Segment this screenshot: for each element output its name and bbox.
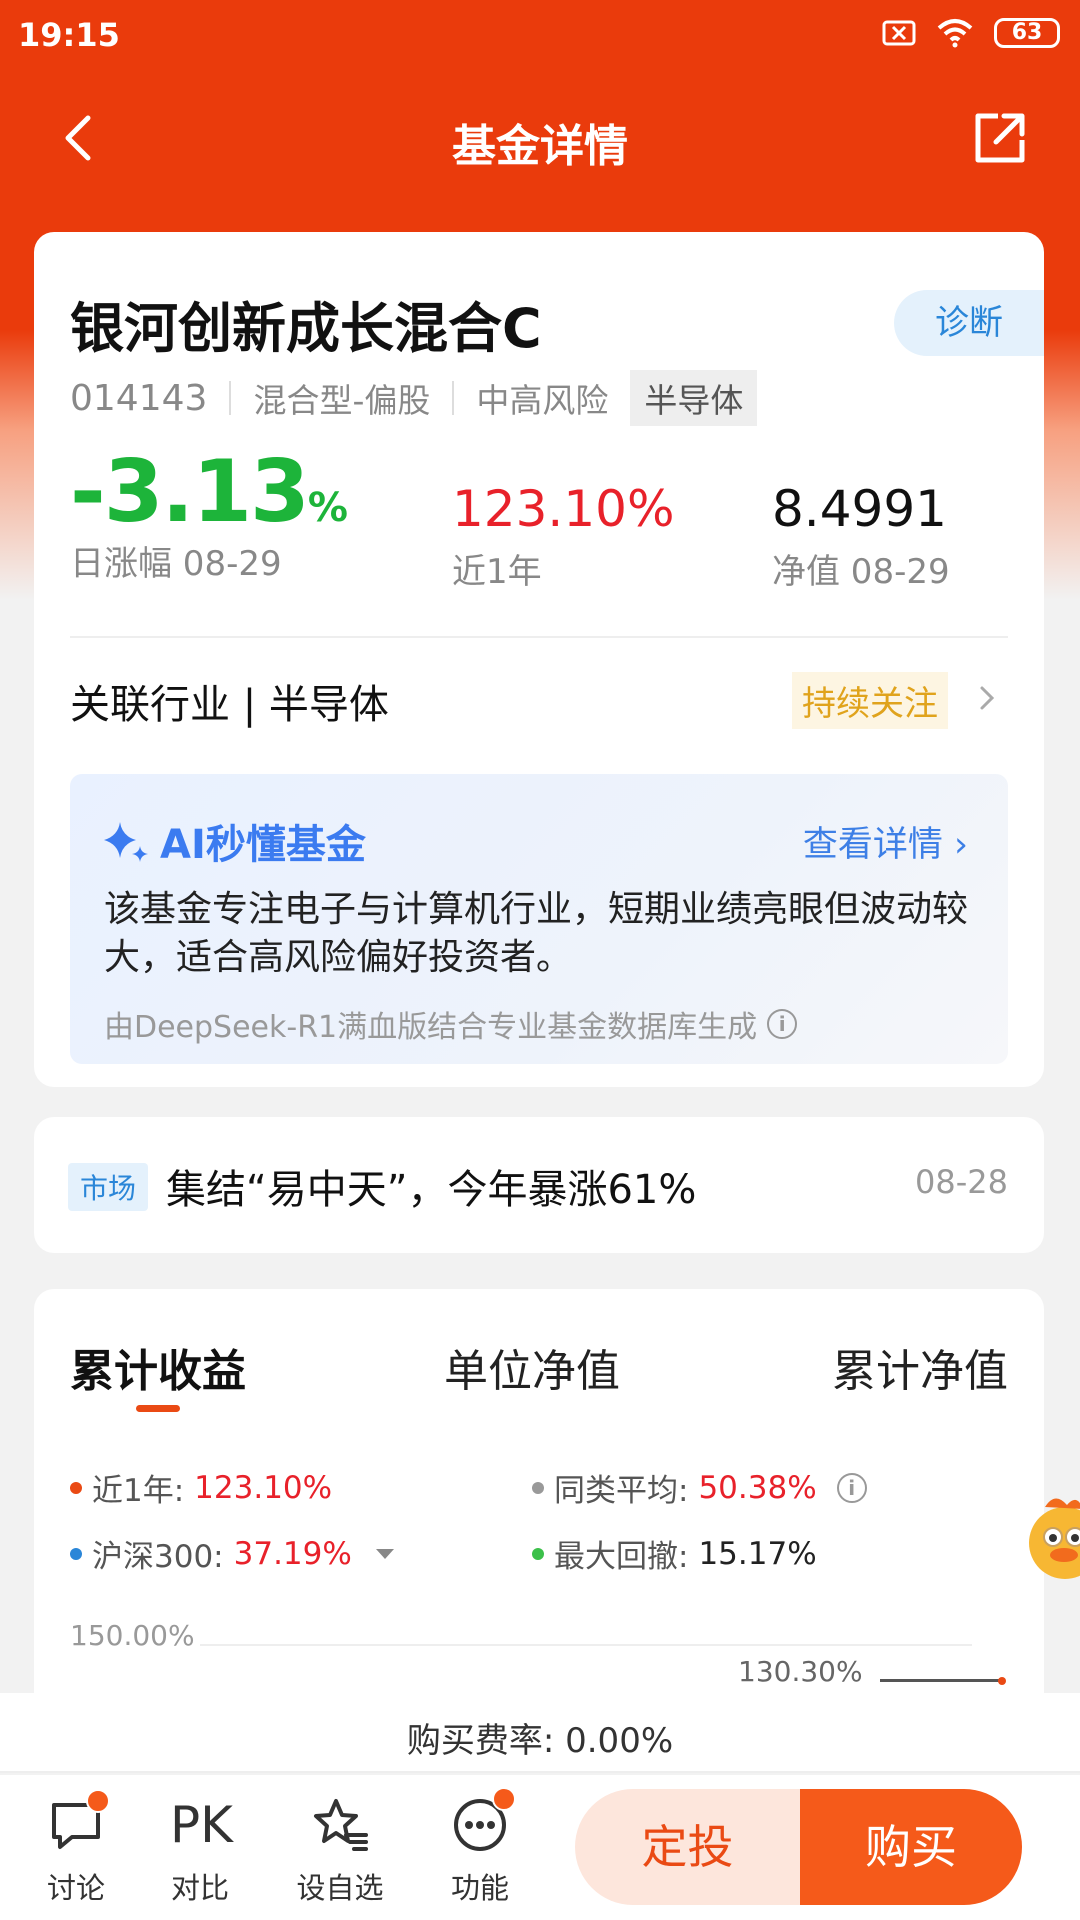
legend-label: 最大回撤: (554, 1539, 689, 1575)
chat-bubble-icon (46, 1789, 110, 1855)
legend-dot (532, 1547, 544, 1560)
fund-tags: 014143 混合型-偏股 中高风险 半导体 (70, 370, 758, 426)
star-list-icon (310, 1795, 370, 1855)
legend-item: 近1年: 123.10% (70, 1465, 332, 1510)
share-icon[interactable] (970, 108, 1030, 168)
bottom-action-bar: 讨论 PK 对比 设自选 功能 定投 购买 (0, 1775, 1080, 1920)
year-return-stat: 123.10% 近1年 (452, 480, 674, 593)
daily-change-unit: % (307, 485, 348, 531)
mascot-duck-icon[interactable] (1015, 1485, 1080, 1585)
ai-summary-text: 该基金专注电子与计算机行业，短期业绩亮眼但波动较大，适合高风险偏好投资者。 (104, 889, 969, 978)
tab-cumulative-nav[interactable]: 累计净值 (832, 1335, 1008, 1399)
sip-button[interactable]: 定投 (575, 1789, 800, 1905)
info-icon[interactable]: i (836, 1472, 867, 1503)
ai-source-text: 由DeepSeek-R1满血版结合专业基金数据库生成 (104, 1010, 758, 1045)
nav-value: 8.4991 (772, 480, 947, 538)
callout-line (880, 1679, 1002, 1682)
legend-value: 15.17% (698, 1535, 817, 1572)
ai-view-details-label: 查看详情 (802, 825, 943, 865)
wifi-icon (937, 19, 973, 48)
fund-card: 银河创新成长混合C 诊断 014143 混合型-偏股 中高风险 半导体 -3.1… (34, 232, 1044, 1087)
chart-callout: 130.30% (738, 1655, 863, 1688)
status-icons: 63 (882, 18, 1060, 48)
info-icon[interactable]: i (767, 1009, 798, 1039)
fund-type: 混合型-偏股 (253, 381, 431, 420)
ai-view-details-link[interactable]: 查看详情 › (803, 816, 968, 867)
daily-change-value: -3.13 (70, 442, 310, 542)
ai-title-text: AI秒懂基金 (160, 822, 366, 868)
status-time: 19:15 (18, 16, 120, 54)
notification-off-icon (882, 20, 916, 46)
grid-line (200, 1644, 972, 1646)
legend-dot (532, 1481, 544, 1494)
sparkle-icon (104, 822, 148, 862)
tab-unit-nav[interactable]: 单位净值 (444, 1335, 620, 1399)
legend-value: 37.19% (233, 1535, 352, 1572)
daily-change-stat: -3.13% 日涨幅 08-29 (70, 442, 348, 585)
tab-cumulative-return[interactable]: 累计收益 (70, 1335, 246, 1399)
battery-icon: 63 (994, 18, 1060, 48)
related-industry[interactable]: 关联行业 | 半导体 (70, 672, 389, 730)
nav-label: 讨论 (46, 1871, 105, 1905)
buy-button[interactable]: 购买 (800, 1789, 1022, 1905)
tag-separator (452, 381, 455, 415)
legend-item: 最大回撤: 15.17% (532, 1531, 817, 1576)
nav-functions[interactable]: 功能 (420, 1787, 540, 1907)
daily-change-label: 日涨幅 08-29 (70, 544, 282, 584)
pk-icon: PK (170, 1796, 233, 1854)
follow-badge[interactable]: 持续关注 (792, 672, 948, 729)
sector-chip[interactable]: 半导体 (630, 370, 758, 426)
nav-label: 对比 (170, 1871, 229, 1905)
legend-value: 50.38% (698, 1469, 817, 1506)
year-return-label: 近1年 (452, 552, 542, 592)
chart-legend: 近1年: 123.10% 同类平均: 50.38% i 沪深300: 37.19% 最… (70, 1465, 1008, 1595)
notification-badge (86, 1789, 110, 1813)
chart-tabs: 累计收益 单位净值 累计净值 (70, 1335, 1008, 1415)
more-dots-icon (450, 1787, 516, 1855)
diagnose-button[interactable]: 诊断 (894, 290, 1044, 356)
year-return-value: 123.10% (452, 480, 675, 538)
fee-bar: 购买费率: 0.00% (0, 1693, 1080, 1773)
nav-compare[interactable]: PK 对比 (140, 1795, 260, 1907)
y-axis-tick: 150.00% (70, 1619, 195, 1652)
news-title: 集结“易中天”，今年暴涨61% (166, 1167, 697, 1213)
purchase-fee: 购买费率: 0.00% (406, 1721, 674, 1761)
legend-dot (70, 1481, 82, 1494)
legend-label: 同类平均: (554, 1473, 689, 1509)
news-date: 08-28 (915, 1163, 1008, 1201)
nav-stat: 8.4991 净值 08-29 (772, 480, 950, 593)
nav-discuss[interactable]: 讨论 (16, 1789, 136, 1907)
news-card[interactable]: 市场 集结“易中天”，今年暴涨61% 08-28 (34, 1117, 1044, 1253)
chevron-right-icon[interactable] (972, 678, 1002, 718)
dropdown-caret-icon[interactable] (375, 1548, 394, 1559)
nav-add-watchlist[interactable]: 设自选 (280, 1795, 400, 1907)
page-title: 基金详情 (452, 121, 628, 172)
ai-source: 由DeepSeek-R1满血版结合专业基金数据库生成 i (104, 1002, 798, 1046)
legend-dot (70, 1547, 82, 1560)
callout-dot (998, 1677, 1006, 1685)
legend-item[interactable]: 沪深300: 37.19% (70, 1531, 394, 1576)
ai-summary-box[interactable]: AI秒懂基金 查看详情 › 该基金专注电子与计算机行业，短期业绩亮眼但波动较大，… (70, 774, 1008, 1064)
tag-separator (229, 381, 232, 415)
fund-risk: 中高风险 (476, 381, 609, 420)
divider (70, 636, 1008, 638)
active-tab-indicator (136, 1405, 180, 1412)
news-tag: 市场 (68, 1163, 149, 1211)
nav-label: 设自选 (296, 1871, 384, 1905)
legend-label: 沪深300: (92, 1539, 224, 1575)
status-bar: 19:15 63 (0, 0, 1080, 72)
title-bar: 基金详情 (0, 90, 1080, 180)
legend-label: 近1年: (92, 1473, 185, 1509)
ai-title: AI秒懂基金 (100, 812, 366, 870)
nav-label: 功能 (450, 1871, 509, 1905)
fund-name: 银河创新成长混合C (70, 297, 542, 360)
legend-item: 同类平均: 50.38% i (532, 1465, 867, 1510)
chevron-right-icon: › (954, 825, 968, 865)
nav-label: 净值 08-29 (772, 552, 950, 592)
notification-badge (492, 1787, 516, 1811)
legend-value: 123.10% (194, 1469, 333, 1506)
fund-code: 014143 (70, 377, 208, 419)
